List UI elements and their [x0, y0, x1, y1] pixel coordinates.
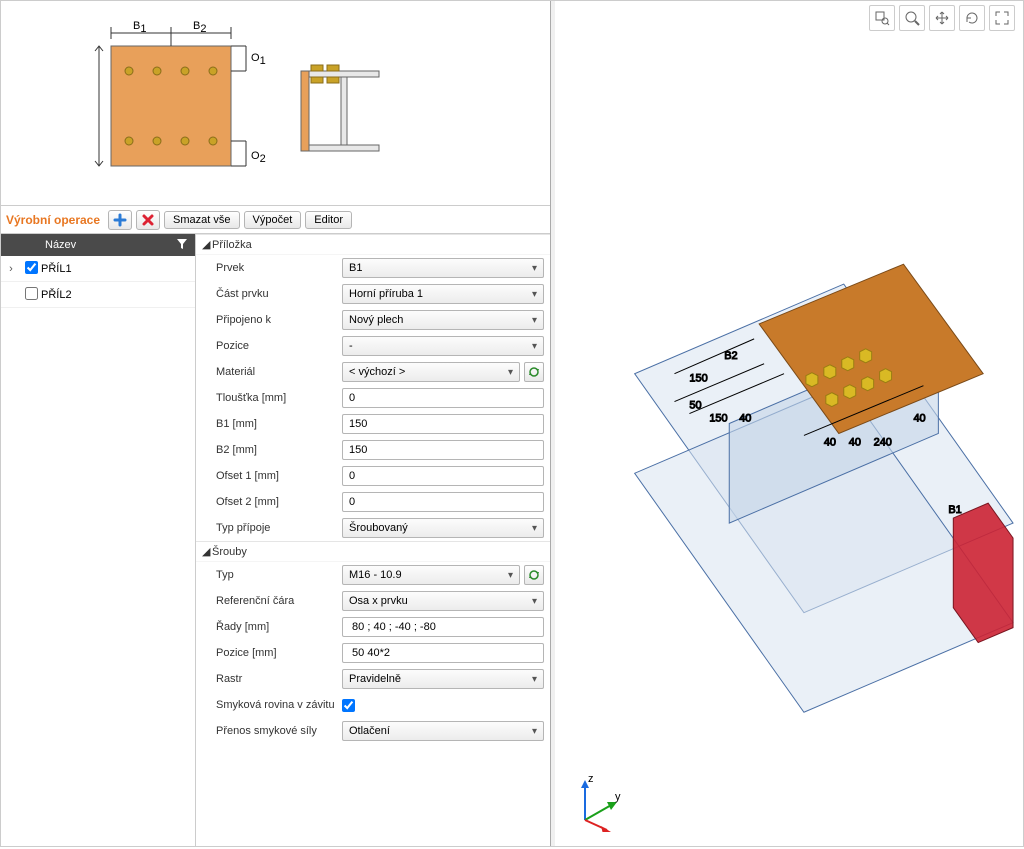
- refresh-icon: [528, 366, 540, 378]
- section-srouby[interactable]: ◢Šrouby: [196, 542, 550, 562]
- bolt-type-combo[interactable]: M16 - 10.9: [342, 565, 520, 585]
- diagram-area: B1 B2 O1 O2: [1, 1, 550, 206]
- svg-text:240: 240: [874, 436, 892, 448]
- section-prilozka[interactable]: ◢Příložka: [196, 235, 550, 255]
- row-checkbox[interactable]: [25, 261, 38, 274]
- tloustka-input[interactable]: [342, 388, 544, 408]
- pozice-input[interactable]: [342, 643, 544, 663]
- b1-scene-label: B1: [948, 504, 961, 516]
- operation-row[interactable]: PŘÍL2: [1, 282, 195, 308]
- svg-text:x: x: [609, 829, 615, 832]
- properties-panel: ◢Příložka PrvekB1 Část prvkuHorní přírub…: [196, 234, 550, 846]
- svg-text:150: 150: [709, 413, 727, 425]
- svg-text:40: 40: [739, 413, 751, 425]
- svg-text:40: 40: [849, 436, 861, 448]
- bolt-picker[interactable]: [524, 565, 544, 585]
- b2-input[interactable]: [342, 440, 544, 460]
- o2-label: O2: [251, 150, 266, 165]
- plus-icon: [113, 213, 127, 227]
- ref-line-combo[interactable]: Osa x prvku: [342, 591, 544, 611]
- operations-title: Výrobní operace: [6, 213, 100, 227]
- typ-pripoje-combo[interactable]: Šroubovaný: [342, 518, 544, 538]
- refresh-icon: [528, 569, 540, 581]
- rastr-combo[interactable]: Pravidelně: [342, 669, 544, 689]
- name-column: Název: [45, 239, 76, 251]
- compute-button[interactable]: Výpočet: [244, 211, 302, 229]
- x-icon: [141, 213, 155, 227]
- pripojeno-combo[interactable]: Nový plech: [342, 310, 544, 330]
- operations-list: Název › PŘÍL1 PŘÍL2: [1, 234, 196, 846]
- o1-label: O1: [251, 52, 266, 67]
- ofset2-input[interactable]: [342, 492, 544, 512]
- svg-text:40: 40: [913, 413, 925, 425]
- svg-text:y: y: [615, 791, 621, 803]
- svg-text:z: z: [588, 773, 594, 785]
- plate-diagram: B1 B2 O1 O2: [51, 11, 421, 191]
- smyk-checkbox[interactable]: [342, 699, 355, 712]
- operation-row[interactable]: › PŘÍL1: [1, 256, 195, 282]
- row-marker: ›: [1, 263, 21, 275]
- delete-all-button[interactable]: Smazat vše: [164, 211, 239, 229]
- row-name: PŘÍL1: [41, 263, 72, 275]
- prenos-combo[interactable]: Otlačení: [342, 721, 544, 741]
- 3d-scene[interactable]: B2 150 50 150 40 40 40 240 40 B1 z: [555, 1, 1023, 846]
- axis-triad: z y x: [565, 772, 625, 832]
- svg-text:150: 150: [689, 373, 707, 385]
- editor-button[interactable]: Editor: [305, 211, 352, 229]
- row-name: PŘÍL2: [41, 289, 72, 301]
- row-checkbox[interactable]: [25, 287, 38, 300]
- b1-input[interactable]: [342, 414, 544, 434]
- prvek-combo[interactable]: B1: [342, 258, 544, 278]
- svg-text:40: 40: [824, 436, 836, 448]
- delete-operation-button[interactable]: [136, 210, 160, 230]
- material-combo[interactable]: < výchozí >: [342, 362, 520, 382]
- pozice-combo[interactable]: -: [342, 336, 544, 356]
- add-operation-button[interactable]: [108, 210, 132, 230]
- filter-icon[interactable]: [173, 238, 191, 253]
- operations-toolbar: Výrobní operace Smazat vše Výpočet Edito…: [1, 206, 550, 234]
- list-header: Název: [1, 234, 195, 256]
- rady-input[interactable]: [342, 617, 544, 637]
- svg-text:50: 50: [689, 400, 701, 412]
- material-picker[interactable]: [524, 362, 544, 382]
- ofset1-input[interactable]: [342, 466, 544, 486]
- cast-combo[interactable]: Horní příruba 1: [342, 284, 544, 304]
